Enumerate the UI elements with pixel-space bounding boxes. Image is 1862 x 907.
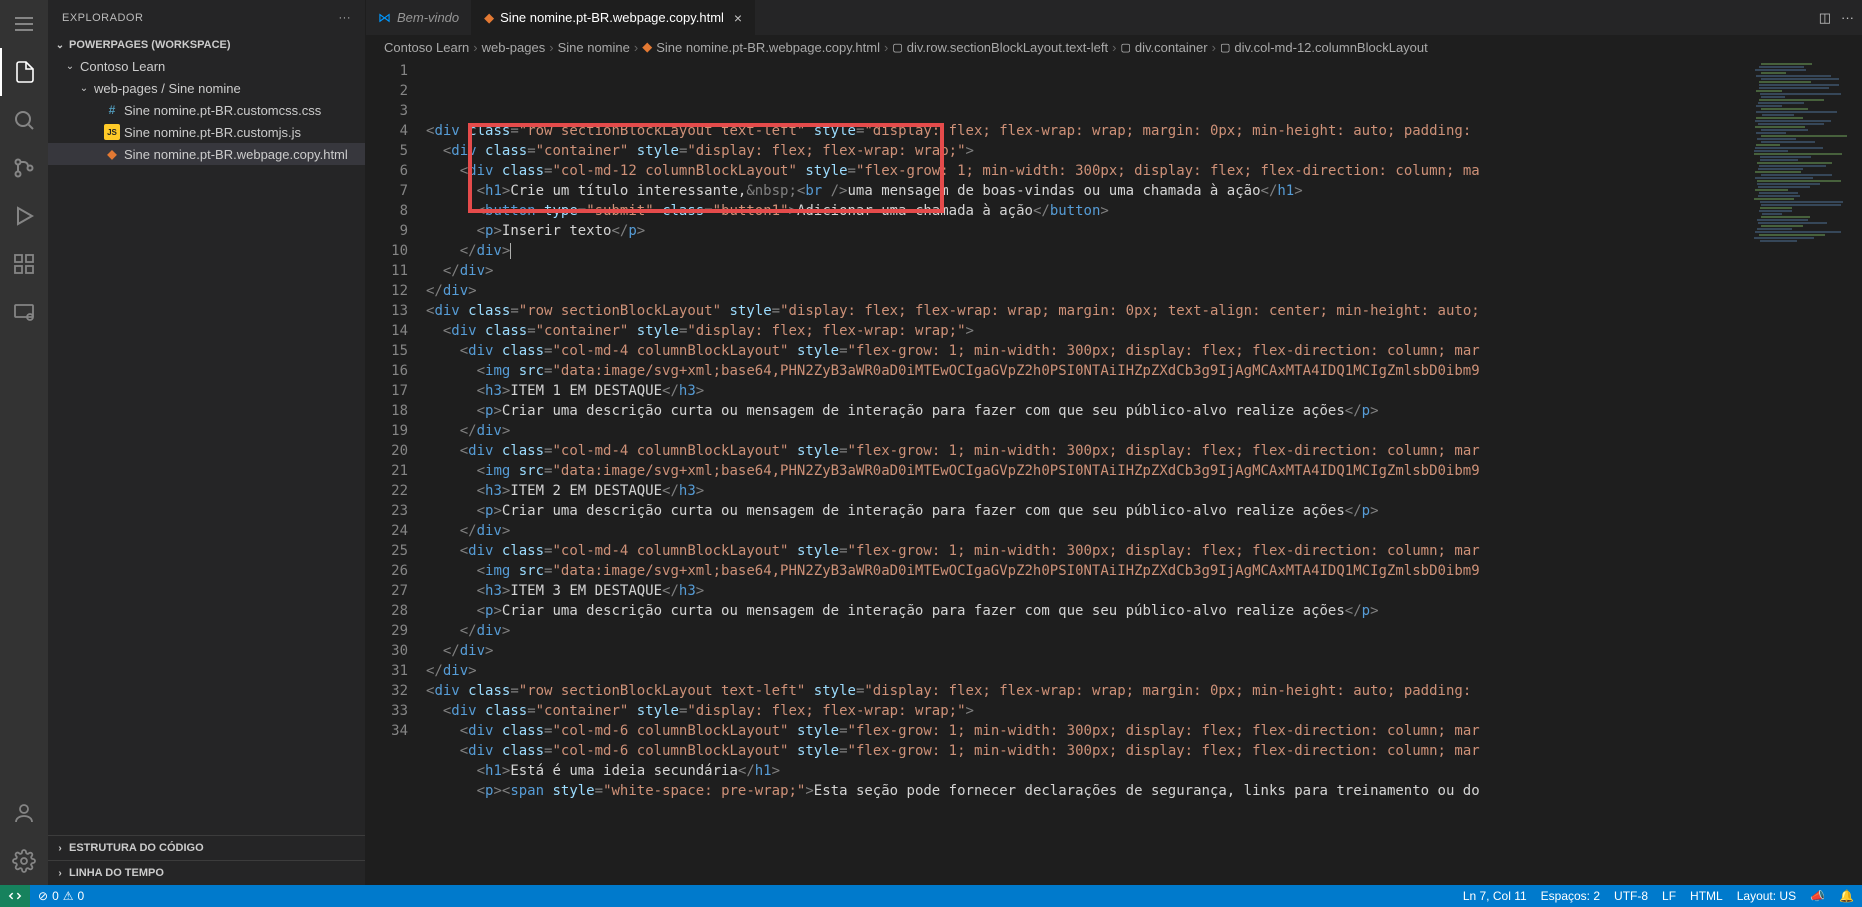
breadcrumb-segment[interactable]: div.container bbox=[1135, 40, 1208, 55]
status-encoding[interactable]: UTF-8 bbox=[1614, 889, 1648, 903]
file-row-active[interactable]: ◆ Sine nomine.pt-BR.webpage.copy.html bbox=[48, 143, 365, 165]
error-icon: ⊘ bbox=[38, 889, 48, 903]
chevron-down-icon: ⌄ bbox=[64, 61, 76, 72]
close-icon[interactable]: × bbox=[734, 10, 742, 26]
html-file-icon: ◆ bbox=[642, 39, 652, 55]
status-eol[interactable]: LF bbox=[1662, 889, 1676, 903]
code-editor[interactable]: 1234567891011121314151617181920212223242… bbox=[366, 59, 1862, 885]
more-actions-icon[interactable]: ··· bbox=[1841, 10, 1854, 25]
sidebar-title-bar: EXPLORADOR ··· bbox=[48, 0, 365, 35]
file-label: Sine nomine.pt-BR.webpage.copy.html bbox=[124, 147, 348, 162]
symbol-icon: ▢ bbox=[892, 41, 902, 54]
symbol-icon: ▢ bbox=[1120, 41, 1130, 54]
file-label: Sine nomine.pt-BR.customcss.css bbox=[124, 103, 321, 118]
vscode-icon: ⋈ bbox=[378, 10, 391, 26]
split-editor-icon[interactable]: ◫ bbox=[1819, 10, 1831, 26]
timeline-panel[interactable]: › LINHA DO TEMPO bbox=[48, 860, 365, 885]
breadcrumb-segment[interactable]: Sine nomine.pt-BR.webpage.copy.html bbox=[656, 40, 880, 55]
extensions-icon[interactable] bbox=[0, 240, 48, 288]
tab-label: Sine nomine.pt-BR.webpage.copy.html bbox=[500, 10, 724, 25]
chevron-right-icon: › bbox=[54, 843, 66, 854]
workbench: EXPLORADOR ··· ⌄ POWERPAGES (WORKSPACE) … bbox=[0, 0, 1862, 885]
activitybar bbox=[0, 0, 48, 885]
file-tree: ⌄ Contoso Learn ⌄ web-pages / Sine nomin… bbox=[48, 55, 365, 165]
html-file-icon: ◆ bbox=[104, 146, 120, 162]
power-platform-icon[interactable] bbox=[0, 288, 48, 336]
status-cursor[interactable]: Ln 7, Col 11 bbox=[1463, 889, 1527, 903]
status-bar: ⊘0 ⚠0 Ln 7, Col 11 Espaços: 2 UTF-8 LF H… bbox=[0, 885, 1862, 907]
breadcrumb-segment[interactable]: Sine nomine bbox=[558, 40, 630, 55]
search-icon[interactable] bbox=[0, 96, 48, 144]
run-debug-icon[interactable] bbox=[0, 192, 48, 240]
folder-label: Contoso Learn bbox=[80, 59, 165, 74]
remote-indicator[interactable] bbox=[0, 885, 30, 907]
chevron-down-icon: ⌄ bbox=[78, 83, 90, 94]
breadcrumb[interactable]: Contoso Learn› web-pages› Sine nomine› ◆… bbox=[366, 35, 1862, 59]
timeline-label: LINHA DO TEMPO bbox=[69, 867, 164, 879]
explorer-sidebar: EXPLORADOR ··· ⌄ POWERPAGES (WORKSPACE) … bbox=[48, 0, 366, 885]
account-icon[interactable] bbox=[0, 789, 48, 837]
feedback-icon[interactable]: 📣 bbox=[1810, 889, 1825, 903]
js-file-icon: JS bbox=[104, 124, 120, 140]
workspace-label: POWERPAGES (WORKSPACE) bbox=[69, 39, 231, 51]
workspace-section[interactable]: ⌄ POWERPAGES (WORKSPACE) bbox=[48, 35, 365, 55]
breadcrumb-segment[interactable]: web-pages bbox=[482, 40, 546, 55]
tab-bar: ⋈ Bem-vindo ◆ Sine nomine.pt-BR.webpage.… bbox=[366, 0, 1862, 35]
status-problems[interactable]: ⊘0 ⚠0 bbox=[38, 889, 84, 903]
status-layout[interactable]: Layout: US bbox=[1737, 889, 1796, 903]
status-spaces[interactable]: Espaços: 2 bbox=[1541, 889, 1600, 903]
editor-actions: ◫ ··· bbox=[1811, 0, 1862, 35]
breadcrumb-segment[interactable]: div.row.sectionBlockLayout.text-left bbox=[907, 40, 1108, 55]
tab-welcome[interactable]: ⋈ Bem-vindo bbox=[366, 0, 472, 35]
notifications-icon[interactable]: 🔔 bbox=[1839, 889, 1854, 903]
folder-label: web-pages / Sine nomine bbox=[94, 81, 241, 96]
minimap[interactable] bbox=[1752, 59, 1848, 885]
sidebar-title: EXPLORADOR bbox=[62, 12, 143, 24]
sidebar-more-icon[interactable]: ··· bbox=[339, 12, 352, 24]
tab-label: Bem-vindo bbox=[397, 10, 459, 25]
outline-panel[interactable]: › ESTRUTURA DO CÓDIGO bbox=[48, 835, 365, 860]
file-row[interactable]: JS Sine nomine.pt-BR.customjs.js bbox=[48, 121, 365, 143]
warning-icon: ⚠ bbox=[63, 889, 74, 903]
settings-gear-icon[interactable] bbox=[0, 837, 48, 885]
breadcrumb-segment[interactable]: Contoso Learn bbox=[384, 40, 469, 55]
folder-row[interactable]: ⌄ web-pages / Sine nomine bbox=[48, 77, 365, 99]
outline-label: ESTRUTURA DO CÓDIGO bbox=[69, 842, 204, 854]
file-row[interactable]: # Sine nomine.pt-BR.customcss.css bbox=[48, 99, 365, 121]
chevron-down-icon: ⌄ bbox=[54, 40, 66, 51]
explorer-icon[interactable] bbox=[0, 48, 48, 96]
status-language[interactable]: HTML bbox=[1690, 889, 1723, 903]
tab-active-file[interactable]: ◆ Sine nomine.pt-BR.webpage.copy.html × bbox=[472, 0, 755, 35]
file-label: Sine nomine.pt-BR.customjs.js bbox=[124, 125, 301, 140]
line-gutter: 1234567891011121314151617181920212223242… bbox=[366, 59, 426, 885]
chevron-right-icon: › bbox=[54, 868, 66, 879]
menu-icon[interactable] bbox=[0, 0, 48, 48]
symbol-icon: ▢ bbox=[1220, 41, 1230, 54]
source-control-icon[interactable] bbox=[0, 144, 48, 192]
html-file-icon: ◆ bbox=[484, 10, 494, 26]
folder-row[interactable]: ⌄ Contoso Learn bbox=[48, 55, 365, 77]
css-file-icon: # bbox=[104, 102, 120, 118]
breadcrumb-segment[interactable]: div.col-md-12.columnBlockLayout bbox=[1234, 40, 1427, 55]
editor-group: ⋈ Bem-vindo ◆ Sine nomine.pt-BR.webpage.… bbox=[366, 0, 1862, 885]
code-content[interactable]: <div class="row sectionBlockLayout text-… bbox=[426, 59, 1862, 885]
